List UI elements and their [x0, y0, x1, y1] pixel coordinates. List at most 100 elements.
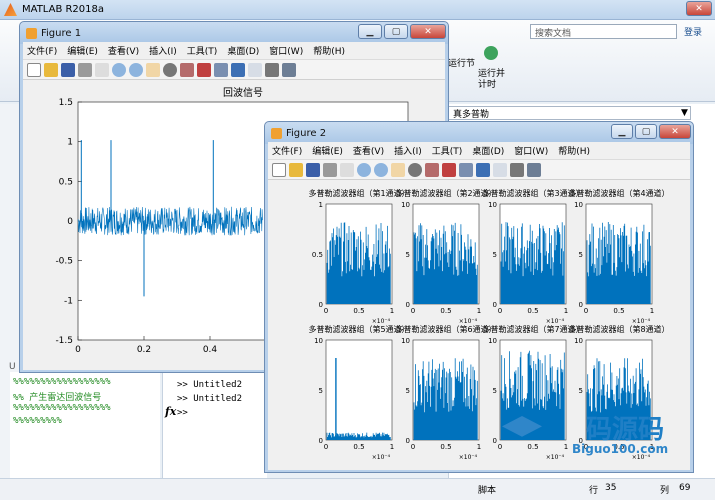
legend-icon[interactable] [493, 162, 507, 177]
status-col-label: 列 [660, 486, 670, 496]
subplot-title: 多普勒滤波器组（第1通道） [308, 188, 409, 198]
menu-view[interactable]: 查看(V) [353, 144, 384, 157]
y-tick-label: -1.5 [55, 336, 73, 346]
pointer-icon[interactable] [95, 62, 109, 77]
menu-file[interactable]: 文件(F) [272, 144, 302, 157]
path-bar[interactable]: 真多普勒 [448, 106, 691, 120]
x-exponent-label: ×10⁻⁴ [372, 318, 391, 325]
menu-help[interactable]: 帮助(H) [558, 144, 590, 157]
menu-help[interactable]: 帮助(H) [313, 44, 345, 57]
brush-icon[interactable] [197, 62, 211, 77]
link-icon[interactable] [459, 162, 473, 177]
menu-tools[interactable]: 工具(T) [432, 144, 463, 157]
x-exponent-label: ×10⁻⁴ [459, 318, 478, 325]
main-close-button[interactable]: ✕ [686, 1, 712, 16]
menu-file[interactable]: 文件(F) [27, 44, 57, 57]
print-icon[interactable] [78, 62, 92, 77]
login-button[interactable]: 登录 [684, 25, 702, 38]
print-icon[interactable] [323, 162, 337, 177]
legend-icon[interactable] [248, 62, 262, 77]
zoom-in-icon[interactable] [357, 162, 371, 177]
figure2-close-button[interactable]: ✕ [659, 124, 691, 139]
watermark-cap-icon [502, 416, 542, 437]
y-tick-label: 10 [401, 201, 410, 209]
x-tick-label: 1 [390, 443, 394, 451]
save-icon[interactable] [61, 62, 75, 77]
menu-edit[interactable]: 编辑(E) [67, 44, 98, 57]
show-tools-icon[interactable] [282, 62, 296, 77]
main-window-title: MATLAB R2018a [22, 4, 105, 15]
search-box[interactable]: 搜索文档 [530, 24, 677, 39]
x-tick-label: 1 [390, 307, 394, 315]
command-history-line: >> Untitled2 [177, 394, 243, 404]
figure-icon [26, 27, 37, 39]
command-window[interactable]: >> Untitled2 >> Untitled2 fx >> [162, 372, 267, 478]
y-tick-label: 1 [67, 138, 73, 148]
menu-desktop[interactable]: 桌面(D) [472, 144, 504, 157]
figure2-minimize-button[interactable]: ▁ [611, 124, 633, 139]
colorbar-icon[interactable] [476, 162, 490, 177]
hide-tools-icon[interactable] [510, 162, 524, 177]
link-icon[interactable] [214, 62, 228, 77]
status-row-label: 行 [589, 486, 599, 496]
zoom-out-icon[interactable] [129, 62, 143, 77]
new-icon[interactable] [27, 62, 41, 77]
subplot-title: 多普勒滤波器组（第8通道） [568, 324, 669, 334]
colorbar-icon[interactable] [231, 62, 245, 77]
menu-insert[interactable]: 插入(I) [394, 144, 422, 157]
figure-icon [271, 127, 282, 139]
run-section-button[interactable]: 运行节 [448, 56, 475, 69]
x-exponent-label: ×10⁻⁴ [372, 454, 391, 461]
open-icon[interactable] [289, 162, 303, 177]
y-tick-label: 0 [493, 437, 497, 445]
menu-insert[interactable]: 插入(I) [149, 44, 177, 57]
show-tools-icon[interactable] [527, 162, 541, 177]
menu-view[interactable]: 查看(V) [108, 44, 139, 57]
pan-icon[interactable] [391, 162, 405, 177]
y-tick-label: 1.5 [59, 98, 73, 108]
path-text: 真多普勒 [453, 110, 490, 120]
figure1-close-button[interactable]: ✕ [410, 24, 446, 39]
figure1-maximize-button[interactable]: ▢ [384, 24, 408, 39]
x-tick-label: 0 [75, 345, 81, 355]
open-icon[interactable] [44, 62, 58, 77]
workspace-line: %%%%%%%%%%%%%%%%%% [13, 377, 111, 387]
zoom-out-icon[interactable] [374, 162, 388, 177]
figure1-minimize-button[interactable]: ▁ [358, 24, 382, 39]
x-tick-label: 0 [324, 307, 328, 315]
x-tick-label: 0.5 [527, 307, 538, 315]
fx-icon[interactable]: fx [165, 405, 176, 418]
path-dropdown-icon[interactable]: ▼ [681, 108, 688, 118]
datacursor-icon[interactable] [180, 62, 194, 77]
x-tick-label: 0 [411, 443, 415, 451]
x-tick-label: 0 [584, 307, 588, 315]
brush-icon[interactable] [442, 162, 456, 177]
figure2-maximize-button[interactable]: ▢ [635, 124, 657, 139]
chart-title: 回波信号 [223, 86, 263, 99]
command-history-line: >> Untitled2 [177, 380, 243, 390]
menu-window[interactable]: 窗口(W) [514, 144, 548, 157]
command-prompt: >> [177, 408, 188, 418]
new-icon[interactable] [272, 162, 286, 177]
rotate-icon[interactable] [163, 62, 177, 77]
datacursor-icon[interactable] [425, 162, 439, 177]
rotate-icon[interactable] [408, 162, 422, 177]
hide-tools-icon[interactable] [265, 62, 279, 77]
y-tick-label: 10 [574, 201, 583, 209]
pointer-icon[interactable] [340, 162, 354, 177]
x-tick-label: 0 [498, 307, 502, 315]
pan-icon[interactable] [146, 62, 160, 77]
menu-desktop[interactable]: 桌面(D) [227, 44, 259, 57]
y-tick-label: 10 [314, 337, 323, 345]
y-tick-label: 5 [406, 387, 410, 395]
menu-window[interactable]: 窗口(W) [269, 44, 303, 57]
menu-edit[interactable]: 编辑(E) [312, 144, 343, 157]
run-time-button[interactable]: 运行并 计时 [478, 69, 505, 91]
save-icon[interactable] [306, 162, 320, 177]
y-tick-label: 10 [488, 201, 497, 209]
figure1-menubar: 文件(F) 编辑(E) 查看(V) 插入(I) 工具(T) 桌面(D) 窗口(W… [23, 42, 445, 60]
y-tick-label: 0 [406, 301, 410, 309]
search-input[interactable]: 搜索文档 [535, 26, 571, 39]
menu-tools[interactable]: 工具(T) [187, 44, 218, 57]
zoom-in-icon[interactable] [112, 62, 126, 77]
